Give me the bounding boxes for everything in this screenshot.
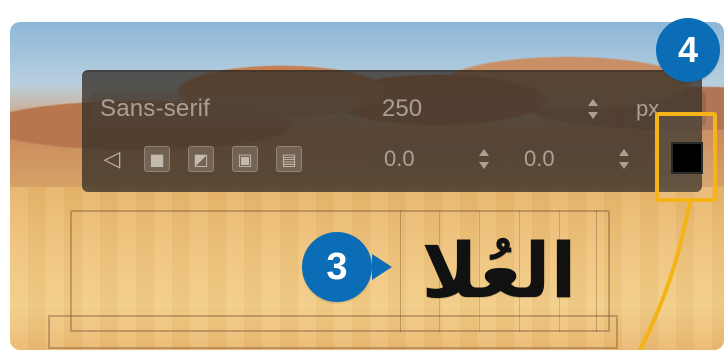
font-size-spinner[interactable] — [587, 99, 599, 119]
font-size-input[interactable]: 250 — [372, 92, 612, 126]
badge-pointer — [372, 254, 392, 280]
chevron-down-icon[interactable] — [619, 162, 629, 169]
text-color-swatch[interactable] — [671, 142, 703, 174]
chevron-down-icon[interactable] — [588, 112, 598, 119]
offset-x-spinner[interactable] — [478, 149, 490, 169]
toolbar-row-style: ◁ ■ ◩ ▣ ▤ 0.0 0.0 — [82, 136, 702, 180]
bold-icon[interactable]: ■ — [144, 146, 170, 172]
offset-y-spinner[interactable] — [618, 149, 630, 169]
step-badge-3-label: 3 — [326, 245, 348, 288]
chevron-down-icon[interactable] — [479, 162, 489, 169]
chevron-up-icon[interactable] — [479, 149, 489, 156]
strike-icon[interactable]: ▤ — [276, 146, 302, 172]
step-badge-4: 4 — [656, 18, 720, 82]
italic-icon[interactable]: ◩ — [188, 146, 214, 172]
color-swatch-highlight — [655, 112, 717, 202]
canvas-text[interactable]: العُلا — [404, 220, 594, 320]
step-badge-3: 3 — [302, 232, 392, 302]
toolbar-row-font: Sans-serif 250 px — [82, 86, 706, 130]
style-buttons: ◁ ■ ◩ ▣ ▤ — [92, 142, 302, 176]
back-icon[interactable]: ◁ — [98, 146, 126, 172]
underline-icon[interactable]: ▣ — [232, 146, 258, 172]
text-toolbar: Sans-serif 250 px ◁ ■ ◩ ▣ ▤ 0.0 0.0 — [82, 70, 706, 192]
font-family-input[interactable]: Sans-serif — [92, 92, 360, 126]
chevron-up-icon[interactable] — [588, 99, 598, 106]
chevron-up-icon[interactable] — [619, 149, 629, 156]
